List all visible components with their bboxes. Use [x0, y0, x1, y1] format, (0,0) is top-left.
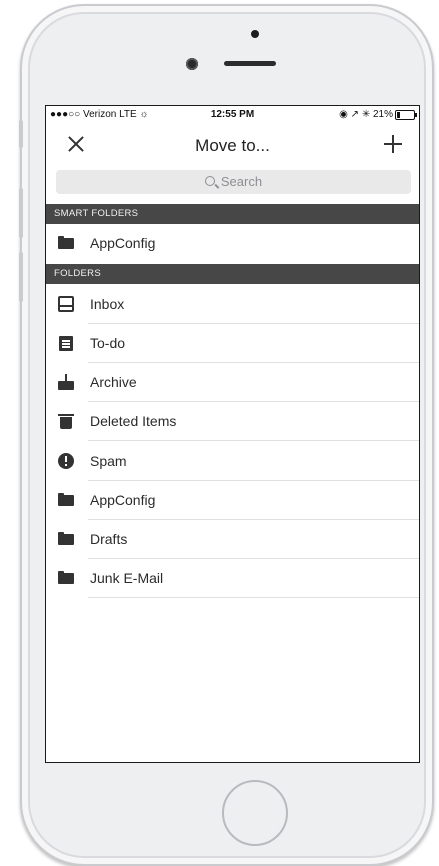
- search-icon: [204, 176, 215, 186]
- search-placeholder: Search: [220, 174, 263, 189]
- status-bar: ●●●○○ Verizon LTE ☼ 12:55 PM ◉ ↗ ✳ 21%: [46, 106, 419, 124]
- section-header-folders: FOLDERS: [46, 264, 419, 284]
- search-input[interactable]: Search: [56, 170, 411, 194]
- page-title: Move to...: [195, 136, 270, 155]
- mute-switch[interactable]: [19, 120, 23, 148]
- list-item-deleted-items[interactable]: Deleted Items: [46, 402, 419, 441]
- trash-icon: [58, 413, 74, 429]
- list-item-spam[interactable]: Spam: [46, 442, 419, 481]
- list-item-drafts[interactable]: Drafts: [46, 520, 419, 559]
- list-item-label: Archive: [90, 374, 137, 390]
- list-item-label: To-do: [90, 335, 126, 351]
- navigation-bar: Move to...: [46, 124, 419, 166]
- list-item-label: Drafts: [90, 531, 128, 547]
- list-item-label: AppConfig: [90, 235, 156, 251]
- screen: ●●●○○ Verizon LTE ☼ 12:55 PM ◉ ↗ ✳ 21% M…: [45, 105, 420, 763]
- list-item-junk-email[interactable]: Junk E-Mail: [46, 559, 419, 598]
- todo-icon: [58, 335, 74, 351]
- list-item-label: Junk E-Mail: [90, 570, 164, 586]
- volume-down-button[interactable]: [19, 252, 23, 302]
- section-header-smart-folders: SMART FOLDERS: [46, 204, 419, 224]
- folder-icon: [58, 492, 74, 508]
- list-item-label: Inbox: [90, 296, 125, 312]
- list-item-inbox[interactable]: Inbox: [46, 285, 419, 324]
- list-item-todo[interactable]: To-do: [46, 324, 419, 363]
- battery-icon: [395, 110, 417, 120]
- list-item-archive[interactable]: Archive: [46, 363, 419, 402]
- folder-icon: [58, 531, 74, 547]
- inbox-icon: [58, 296, 74, 312]
- earpiece-speaker: [224, 61, 276, 66]
- row-divider: [88, 440, 419, 441]
- folder-icon: [58, 235, 74, 251]
- list-item-label: Deleted Items: [90, 413, 177, 429]
- front-camera: [186, 58, 198, 70]
- list-item-smart-appconfig[interactable]: AppConfig: [46, 224, 419, 263]
- volume-up-button[interactable]: [19, 188, 23, 238]
- status-indicators: ◉ ↗ ✳ 21%: [339, 109, 393, 120]
- spam-icon: [58, 453, 74, 469]
- list-item-appconfig[interactable]: AppConfig: [46, 481, 419, 520]
- row-divider: [88, 597, 419, 598]
- add-icon[interactable]: [381, 132, 405, 156]
- list-item-label: Spam: [90, 453, 127, 469]
- list-item-label: AppConfig: [90, 492, 156, 508]
- home-button[interactable]: [222, 780, 288, 846]
- archive-icon: [58, 374, 74, 390]
- proximity-sensor: [251, 30, 259, 38]
- folder-icon: [58, 570, 74, 586]
